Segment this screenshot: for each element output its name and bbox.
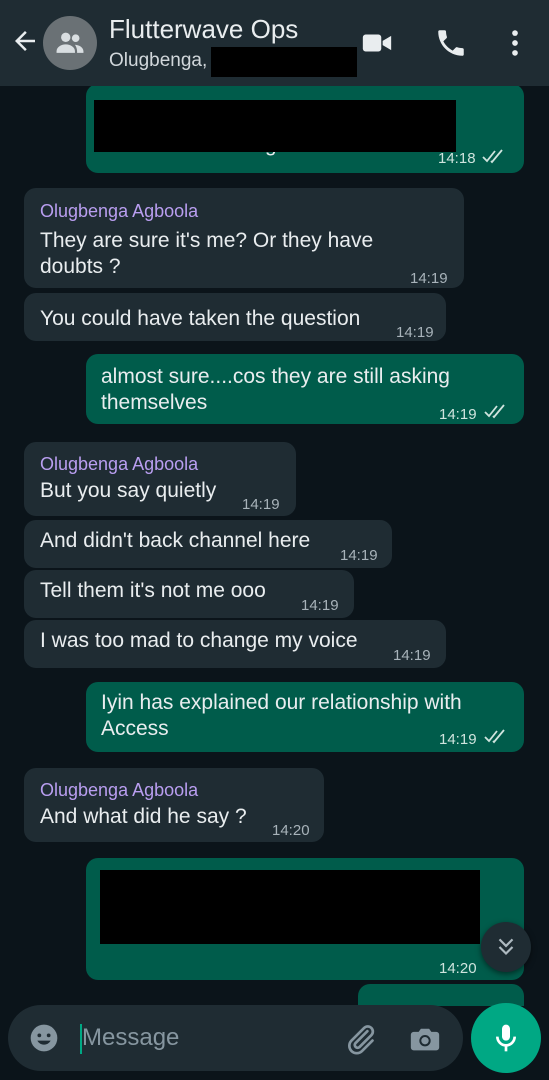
group-avatar[interactable] xyxy=(43,16,97,70)
message-time: 14:19 xyxy=(439,406,477,423)
chat-title[interactable]: Flutterwave Ops xyxy=(109,14,298,45)
scroll-to-bottom-button[interactable] xyxy=(481,922,531,972)
message-bubble-outgoing[interactable]: Iyin has explained our relationship with… xyxy=(86,682,524,752)
message-time: 14:19 xyxy=(396,324,434,341)
video-call-icon[interactable] xyxy=(360,26,394,60)
message-text-line: almost sure....cos they are still asking xyxy=(101,365,450,388)
chat-header: Flutterwave Ops Olugbenga, xyxy=(0,0,549,86)
message-time: 14:19 xyxy=(410,270,448,287)
voice-message-button[interactable] xyxy=(471,1003,541,1073)
chat-participants[interactable]: Olugbenga, xyxy=(109,50,207,72)
read-ticks-icon xyxy=(484,729,505,744)
message-time: 14:19 xyxy=(340,547,378,564)
message-bubble-outgoing[interactable]: taken that bit though 14:18 xyxy=(86,86,524,173)
message-composer xyxy=(8,1005,463,1071)
message-time: 14:19 xyxy=(439,731,477,748)
more-options-icon[interactable] xyxy=(498,26,532,60)
message-text-line: Access xyxy=(101,717,169,740)
message-text: Tell them it's not me ooo xyxy=(40,579,266,602)
sender-name: Olugbenga Agboola xyxy=(40,454,199,474)
message-text-line: doubts ? xyxy=(40,255,121,278)
read-ticks-icon xyxy=(484,404,505,419)
message-bubble-incoming[interactable]: You could have taken the question 14:19 xyxy=(24,293,446,341)
message-bubble-outgoing[interactable]: almost sure....cos they are still asking… xyxy=(86,354,524,424)
message-text: You could have taken the question xyxy=(40,307,361,330)
double-chevron-down-icon xyxy=(498,938,514,956)
message-bubble-incoming[interactable]: Tell them it's not me ooo 14:19 xyxy=(24,570,354,618)
paperclip-icon[interactable] xyxy=(344,1022,378,1056)
message-text: And what did he say ? xyxy=(40,805,247,828)
message-text-line: They are sure it's me? Or they have xyxy=(40,229,374,252)
mic-icon xyxy=(496,1024,516,1052)
group-icon xyxy=(56,32,84,53)
redaction-box xyxy=(211,47,357,77)
message-time: 14:20 xyxy=(272,822,310,839)
message-bubble-incoming[interactable]: Olugbenga Agboola And what did he say ? … xyxy=(24,768,324,842)
message-text: I was too mad to change my voice xyxy=(40,629,358,652)
message-bubble-incoming[interactable]: Olugbenga Agboola They are sure it's me?… xyxy=(24,188,464,288)
phone-icon[interactable] xyxy=(434,26,468,60)
message-bubble-incoming[interactable]: Olugbenga Agboola But you say quietly 14… xyxy=(24,442,296,516)
message-list[interactable]: taken that bit though 14:18 Olugbenga Ag… xyxy=(0,86,549,1006)
message-time: 14:19 xyxy=(301,597,339,614)
message-bubble-incoming[interactable]: And didn't back channel here 14:19 xyxy=(24,520,392,568)
back-arrow-icon[interactable] xyxy=(10,26,40,56)
message-text: But you say quietly xyxy=(40,479,217,502)
redaction-box xyxy=(94,100,456,152)
camera-icon[interactable] xyxy=(408,1022,442,1056)
redaction-box xyxy=(100,870,480,944)
message-time: 14:19 xyxy=(393,647,431,664)
sender-name: Olugbenga Agboola xyxy=(40,780,199,800)
message-text-line: themselves xyxy=(101,391,208,414)
message-time: 14:19 xyxy=(242,496,280,513)
message-input[interactable] xyxy=(82,1020,332,1056)
message-bubble-incoming[interactable]: I was too mad to change my voice 14:19 xyxy=(24,620,446,668)
message-text-line: Iyin has explained our relationship with xyxy=(101,691,462,714)
message-time: 14:18 xyxy=(438,150,476,167)
message-text: And didn't back channel here xyxy=(40,529,311,552)
read-ticks-icon xyxy=(482,149,503,164)
sender-name: Olugbenga Agboola xyxy=(40,201,199,221)
message-bubble-outgoing[interactable]: 14:20 xyxy=(86,858,524,980)
emoji-icon[interactable] xyxy=(28,1022,60,1054)
message-time: 14:20 xyxy=(439,960,477,977)
